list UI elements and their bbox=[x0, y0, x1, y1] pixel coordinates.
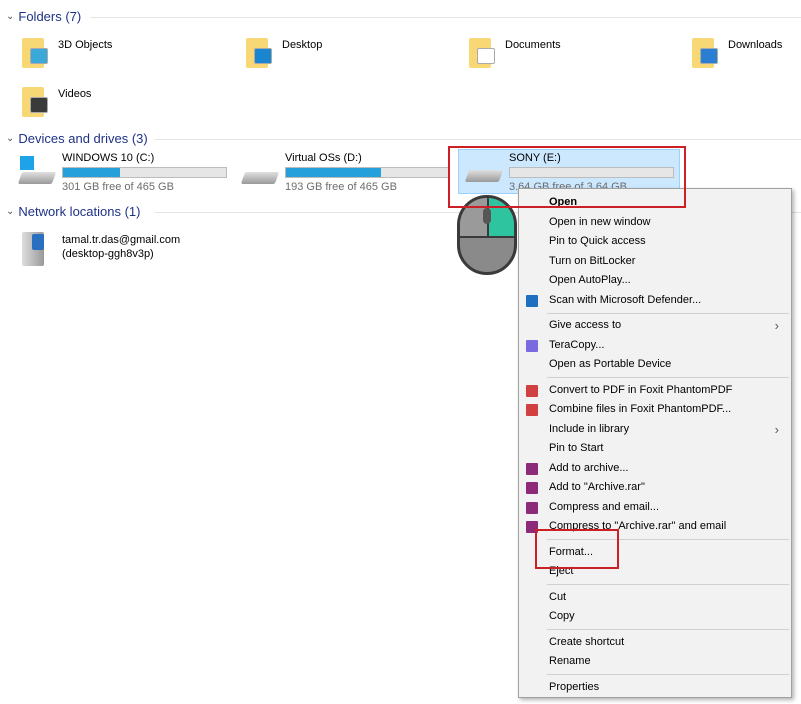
section-drives[interactable]: ⌄ Devices and drives (3) bbox=[6, 131, 148, 146]
downloads-folder-icon bbox=[690, 36, 720, 68]
network-computer-icon bbox=[22, 232, 44, 266]
menu-item-create-shortcut[interactable]: Create shortcut bbox=[519, 633, 791, 653]
menu-item-compress-and-email[interactable]: Compress and email... bbox=[519, 498, 791, 518]
folder-item[interactable]: Documents bbox=[467, 36, 561, 68]
menu-separator bbox=[547, 584, 789, 585]
menu-separator bbox=[547, 674, 789, 675]
folder-item[interactable]: Videos bbox=[20, 85, 91, 117]
chevron-right-icon: › bbox=[774, 421, 779, 437]
menu-item-copy[interactable]: Copy bbox=[519, 607, 791, 627]
menu-item-scan-with-microsoft-defender[interactable]: Scan with Microsoft Defender... bbox=[519, 291, 791, 311]
menu-item-add-to-archive-rar[interactable]: Add to "Archive.rar" bbox=[519, 478, 791, 498]
menu-item-open-autoplay[interactable]: Open AutoPlay... bbox=[519, 271, 791, 291]
winrar-icon bbox=[526, 482, 538, 494]
menu-item-add-to-archive[interactable]: Add to archive... bbox=[519, 459, 791, 479]
section-folders[interactable]: ⌄ Folders (7) bbox=[6, 9, 81, 24]
menu-item-pin-to-quick-access[interactable]: Pin to Quick access bbox=[519, 232, 791, 252]
menu-item-open-in-new-window[interactable]: Open in new window bbox=[519, 213, 791, 233]
menu-item-rename[interactable]: Rename bbox=[519, 652, 791, 672]
menu-separator bbox=[547, 629, 789, 630]
annotation-highlight-drive bbox=[448, 146, 686, 208]
defender-icon bbox=[526, 294, 538, 307]
folder-item[interactable]: Downloads bbox=[690, 36, 782, 68]
documents-folder-icon bbox=[467, 36, 497, 68]
drive-icon bbox=[240, 164, 280, 186]
folder-item[interactable]: 3D Objects bbox=[20, 36, 112, 68]
context-menu: Open Open in new window Pin to Quick acces… bbox=[518, 188, 792, 698]
chevron-down-icon: ⌄ bbox=[6, 133, 15, 144]
foxit-icon bbox=[526, 384, 538, 397]
annotation-highlight-format bbox=[535, 529, 619, 569]
folder-item[interactable]: Desktop bbox=[244, 36, 322, 68]
drive-usage-bar bbox=[285, 167, 450, 178]
menu-separator bbox=[547, 377, 789, 378]
3d-objects-folder-icon bbox=[20, 36, 50, 68]
chevron-down-icon: ⌄ bbox=[6, 11, 15, 22]
menu-item-teracopy[interactable]: TeraCopy... bbox=[519, 336, 791, 356]
network-location-item[interactable]: tamal.tr.das@gmail.com (desktop-ggh8v3p) bbox=[20, 228, 220, 268]
teracopy-icon bbox=[526, 339, 538, 352]
menu-item-give-access-to[interactable]: Give access to › bbox=[519, 316, 791, 336]
menu-item-convert-to-pdf-in-foxit-phantompdf[interactable]: Convert to PDF in Foxit PhantomPDF bbox=[519, 381, 791, 401]
drive-usage-bar bbox=[62, 167, 227, 178]
menu-item-combine-files-in-foxit-phantompdf[interactable]: Combine files in Foxit PhantomPDF... bbox=[519, 400, 791, 420]
videos-folder-icon bbox=[20, 85, 50, 117]
menu-separator bbox=[547, 312, 789, 314]
drive-item[interactable]: WINDOWS 10 (C:) 301 GB free of 465 GB bbox=[17, 152, 238, 196]
winrar-icon bbox=[526, 462, 538, 475]
menu-item-cut[interactable]: Cut bbox=[519, 588, 791, 608]
menu-item-open-as-portable-device[interactable]: Open as Portable Device bbox=[519, 355, 791, 375]
menu-item-turn-on-bitlocker[interactable]: Turn on BitLocker bbox=[519, 252, 791, 272]
chevron-down-icon: ⌄ bbox=[6, 206, 15, 217]
desktop-folder-icon bbox=[244, 36, 274, 68]
foxit-icon bbox=[526, 404, 538, 416]
chevron-right-icon: › bbox=[774, 318, 779, 333]
menu-item-pin-to-start[interactable]: Pin to Start bbox=[519, 439, 791, 459]
section-network[interactable]: ⌄ Network locations (1) bbox=[6, 204, 141, 219]
windows-drive-icon bbox=[17, 156, 57, 186]
drive-item[interactable]: Virtual OSs (D:) 193 GB free of 465 GB bbox=[240, 152, 461, 196]
menu-item-properties[interactable]: Properties bbox=[519, 678, 791, 698]
winrar-icon bbox=[526, 501, 538, 514]
menu-item-include-in-library[interactable]: Include in library › bbox=[519, 420, 791, 440]
